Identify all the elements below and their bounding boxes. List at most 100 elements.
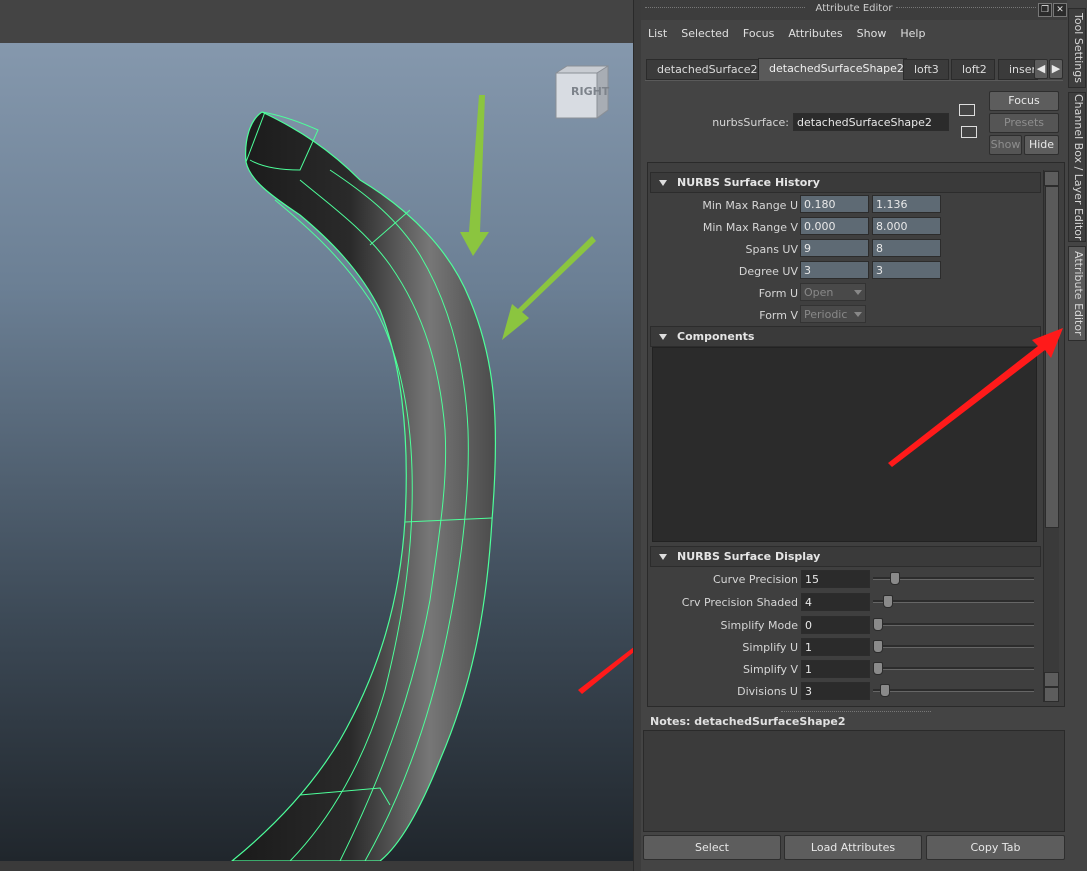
side-tab-attribute-editor[interactable]: Attribute Editor [1068,246,1086,341]
node-name-field[interactable]: detachedSurfaceShape2 [793,113,949,131]
tab-detachedsurface2[interactable]: detachedSurface2 [646,59,760,80]
menu-help[interactable]: Help [900,27,925,40]
row-label: Divisions U [737,685,798,698]
chevron-down-icon [854,290,862,295]
form-v-value: Periodic [804,308,848,321]
row-label: Simplify U [742,641,798,654]
3d-viewport[interactable]: RIGHT [0,0,633,871]
slider-handle[interactable] [873,662,883,675]
min-range-u-field[interactable]: 0.180 [800,195,869,213]
row-label: Simplify V [742,663,798,676]
notes-drag-handle[interactable] [781,711,931,714]
tab-insert[interactable]: inser [998,59,1038,80]
menu-selected[interactable]: Selected [681,27,729,40]
red-arrow-top-overlay [888,328,1063,467]
simplify-u-slider[interactable] [873,645,1034,648]
simplify-u-field[interactable]: 1 [801,638,870,656]
viewport-canvas[interactable]: RIGHT [0,43,633,861]
form-u-dropdown[interactable]: Open [800,283,866,301]
max-range-u-field[interactable]: 1.136 [872,195,941,213]
view-cube-icon: RIGHT [555,65,610,119]
view-cube-label: RIGHT [571,85,610,98]
red-arrow-bottom [578,647,633,694]
section-nurbs-surface-display[interactable]: NURBS Surface Display [650,546,1041,567]
viewport-statusbar [0,861,633,871]
scroll-up-arrow-icon[interactable] [1044,171,1059,186]
scroll-down-arrow-icon[interactable] [1044,687,1059,702]
hide-button[interactable]: Hide [1024,135,1059,155]
row-label: Spans UV [745,243,798,256]
tab-divider [645,80,1063,81]
attribute-editor-titlebar: Attribute Editor ❐ ✕ [641,0,1067,20]
form-u-value: Open [804,286,834,299]
section-title: NURBS Surface History [677,176,820,189]
form-v-dropdown[interactable]: Periodic [800,305,866,323]
close-icon[interactable]: ✕ [1053,3,1067,17]
chevron-down-icon [854,312,862,317]
section-nurbs-surface-history[interactable]: NURBS Surface History [650,172,1041,193]
show-button[interactable]: Show [989,135,1022,155]
select-output-icon[interactable] [961,126,977,138]
tab-loft2[interactable]: loft2 [951,59,995,80]
green-arrow-2 [502,236,596,340]
scroll-up-arrow-icon[interactable] [1044,672,1059,687]
tab-detachedsurfaceshape2[interactable]: detachedSurfaceShape2 [758,58,907,80]
row-label: Min Max Range V [702,221,798,234]
slider-handle[interactable] [873,618,883,631]
select-button[interactable]: Select [643,835,781,860]
green-arrow-1 [460,95,489,256]
row-label: Curve Precision [712,573,798,586]
copy-tab-button[interactable]: Copy Tab [926,835,1065,860]
row-label: Crv Precision Shaded [681,596,798,609]
degree-u-field[interactable]: 3 [800,261,869,279]
collapse-triangle-icon [659,333,667,340]
tab-scroll-left-icon[interactable]: ◀ [1034,59,1048,79]
collapse-triangle-icon [659,179,667,186]
row-label: Degree UV [738,265,798,278]
notes-label: Notes: detachedSurfaceShape2 [650,715,846,728]
notes-textarea[interactable] [643,730,1065,832]
menu-focus[interactable]: Focus [743,27,774,40]
min-range-v-field[interactable]: 0.000 [800,217,869,235]
max-range-v-field[interactable]: 8.000 [872,217,941,235]
slider-handle[interactable] [880,684,890,697]
attribute-editor-menubar: List Selected Focus Attributes Show Help [648,27,939,40]
tab-loft3[interactable]: loft3 [903,59,949,80]
side-tab-channel-box[interactable]: Channel Box / Layer Editor [1068,92,1086,242]
drag-handle-right[interactable] [896,7,1036,10]
slider-handle[interactable] [883,595,893,608]
select-input-icon[interactable] [959,104,975,116]
float-window-icon[interactable]: ❐ [1038,3,1052,17]
load-attributes-button[interactable]: Load Attributes [784,835,922,860]
menu-show[interactable]: Show [857,27,887,40]
divisions-u-slider[interactable] [873,689,1034,692]
crv-precision-shaded-slider[interactable] [873,600,1034,603]
tab-scroll-right-icon[interactable]: ▶ [1049,59,1063,79]
simplify-v-field[interactable]: 1 [801,660,870,678]
focus-button[interactable]: Focus [989,91,1059,111]
menu-list[interactable]: List [648,27,667,40]
divisions-u-field[interactable]: 3 [801,682,870,700]
row-label: Min Max Range U [702,199,798,212]
row-label: Simplify Mode [720,619,798,632]
viewport-toolbar [0,0,633,44]
menu-attributes[interactable]: Attributes [788,27,842,40]
presets-button[interactable]: Presets [989,113,1059,133]
crv-precision-shaded-field[interactable]: 4 [801,593,870,611]
degree-v-field[interactable]: 3 [872,261,941,279]
collapse-triangle-icon [659,553,667,560]
side-tab-tool-settings[interactable]: Tool Settings [1068,8,1086,88]
section-title: NURBS Surface Display [677,550,821,563]
slider-handle[interactable] [873,640,883,653]
spans-v-field[interactable]: 8 [872,239,941,257]
curve-precision-field[interactable]: 15 [801,570,870,588]
section-title: Components [677,330,755,343]
form-v-label: Form V [759,309,798,322]
spans-u-field[interactable]: 9 [800,239,869,257]
simplify-v-slider[interactable] [873,667,1034,670]
viewport-scene: RIGHT [231,65,633,861]
form-u-label: Form U [758,287,798,300]
slider-handle[interactable] [890,572,900,585]
simplify-mode-slider[interactable] [873,623,1034,626]
simplify-mode-field[interactable]: 0 [801,616,870,634]
